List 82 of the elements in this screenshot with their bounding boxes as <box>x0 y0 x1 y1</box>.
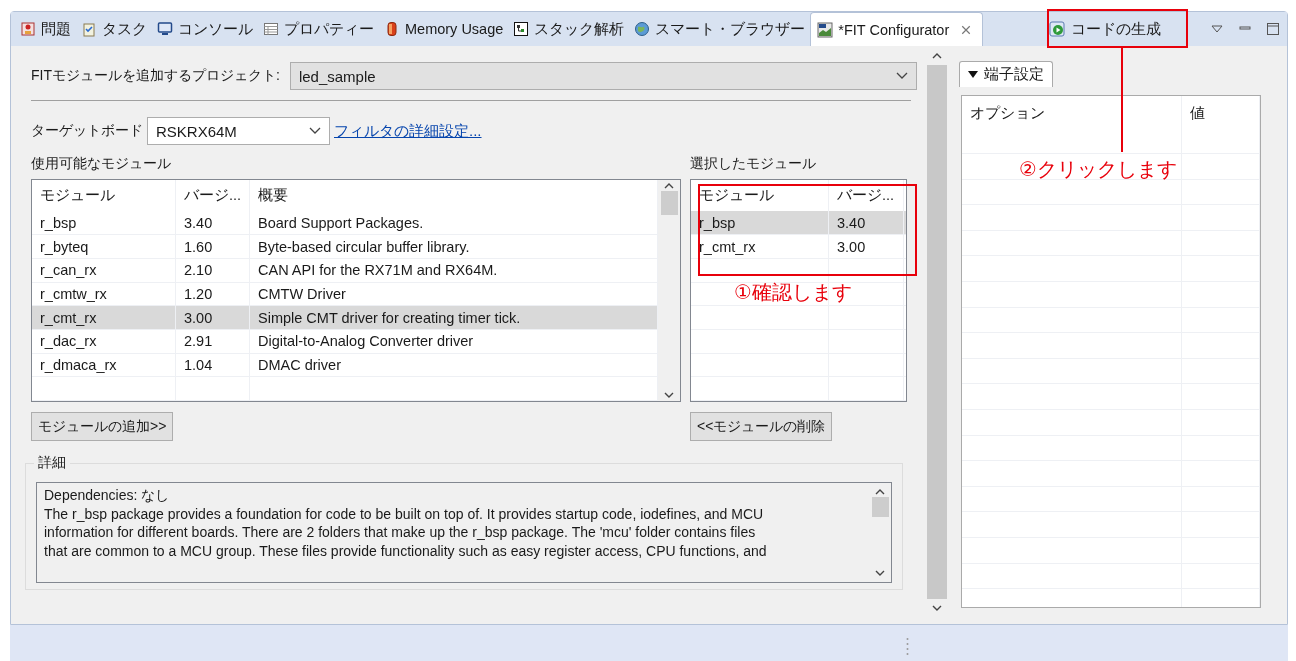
details-text-line: The r_bsp package provides a foundation for code to be built on top of. It provides startup code, iodefines, and MCU <box>44 504 765 523</box>
details-text-area[interactable] <box>36 482 892 583</box>
filter-settings-link[interactable]: フィルタの詳細設定... <box>334 121 482 141</box>
column-header[interactable]: モジュール <box>32 180 176 212</box>
table-cell: 1.60 <box>176 235 250 258</box>
view-tab[interactable]: Memory Usage <box>379 12 509 46</box>
project-dropdown[interactable]: led_sample <box>289 62 917 90</box>
run-icon <box>1049 21 1065 37</box>
scrollbar[interactable] <box>869 486 891 579</box>
remove-module-button[interactable]: <<モジュールの削除 <box>690 412 833 441</box>
tab-icon <box>157 21 173 37</box>
board-dropdown[interactable]: RSKRX64M <box>147 117 330 145</box>
close-icon[interactable] <box>960 23 973 36</box>
scroll-up-icon[interactable] <box>875 488 885 495</box>
table-cell: 1.20 <box>176 282 250 306</box>
section-label: 選択したモジュール <box>690 155 817 173</box>
table-row[interactable]: r_bsp 3.40 <box>691 211 906 236</box>
scrollbar-thumb[interactable] <box>660 191 678 215</box>
table-cell: r_byteq <box>32 235 176 258</box>
section-label: 使用可能なモジュール <box>31 155 172 173</box>
annotation-text: ①確認します <box>734 280 852 305</box>
view-tab[interactable]: タスク <box>76 12 152 46</box>
annotation-text: ②クリックします <box>1019 157 1177 182</box>
target-board-label: ターゲットボード <box>31 122 143 140</box>
details-text-line: information for different boards. There are 2 folders that make up the r_bsp package. The 'mcu' folder contains files <box>44 523 757 542</box>
maximize-icon[interactable] <box>1265 21 1281 37</box>
tab-icon <box>263 21 279 37</box>
column-header[interactable]: 値 <box>1182 96 1260 153</box>
scroll-up-icon[interactable] <box>932 52 942 59</box>
table-row[interactable]: r_cmt_rx 3.00 Simple CMT driver for creating timer tick. <box>32 306 658 330</box>
table-cell: r_cmt_rx <box>691 235 829 258</box>
tab-icon <box>384 21 400 37</box>
generate-code-button[interactable]: コードの生成 <box>1029 12 1181 46</box>
view-tab[interactable]: コンソール <box>152 12 258 46</box>
collapse-triangle-icon <box>968 71 978 78</box>
table-row[interactable]: r_dac_rx 2.91 Digital-to-Analog Converter driver <box>32 329 658 354</box>
scroll-down-icon[interactable] <box>875 570 885 577</box>
details-text-line: Dependencies: なし <box>44 486 171 505</box>
table-cell: 1.04 <box>176 353 250 377</box>
table-cell: 3.00 <box>829 235 904 258</box>
table-row[interactable]: r_can_rx 2.10 CAN API for the RX71M and RX64M. <box>32 258 658 283</box>
table-cell: r_dmaca_rx <box>32 353 176 377</box>
table-cell: r_cmt_rx <box>32 306 176 329</box>
scrollbar[interactable] <box>927 52 947 612</box>
column-header[interactable]: バージ... <box>176 180 250 212</box>
tab-icon <box>20 21 36 37</box>
view-tab[interactable]: プロパティー <box>258 12 379 46</box>
table-cell: 3.40 <box>829 211 904 235</box>
table-cell: r_cmtw_rx <box>32 282 176 306</box>
tab-icon <box>817 21 834 38</box>
details-text-line: that are common to a MCU group. These files provide functionality such as easy register access, CPU functions, and <box>44 541 768 560</box>
scroll-down-icon[interactable] <box>932 605 942 612</box>
view-tab[interactable]: スマート・ブラウザー <box>629 12 811 46</box>
tab-icon <box>513 21 530 37</box>
add-module-button[interactable]: モジュールの追加>> <box>31 412 174 441</box>
scrollbar[interactable] <box>658 180 680 401</box>
scroll-down-icon[interactable] <box>664 392 674 399</box>
table-row[interactable]: r_bsp 3.40 Board Support Packages. <box>32 211 658 236</box>
table-cell: 3.40 <box>176 211 250 235</box>
chevron-down-icon <box>309 127 321 135</box>
table-cell: r_bsp <box>691 211 829 235</box>
table-cell: r_dac_rx <box>32 329 176 353</box>
chevron-down-icon <box>896 72 908 80</box>
project-label: FITモジュールを追加するプロジェクト: <box>31 67 280 85</box>
pin-settings-section[interactable]: 端子設定 <box>959 61 1053 87</box>
table-cell: 2.10 <box>176 258 250 282</box>
scroll-up-icon[interactable] <box>664 182 674 189</box>
table-row[interactable]: r_byteq 1.60 Byte-based circular buffer library. <box>32 235 658 259</box>
resize-grip-icon[interactable] <box>906 637 909 657</box>
group-title: 詳細 <box>34 454 70 472</box>
table-cell: r_can_rx <box>32 258 176 282</box>
tab-icon <box>81 21 97 37</box>
view-tab[interactable]: スタック解析 <box>508 12 630 46</box>
table-row[interactable]: r_cmt_rx 3.00 <box>691 235 906 259</box>
view-tab[interactable]: *FIT Configurator <box>810 12 984 46</box>
tab-icon <box>634 21 651 37</box>
table-cell: 2.91 <box>176 329 250 353</box>
table-cell: 3.00 <box>176 306 250 329</box>
view-tab[interactable]: 問題 <box>15 12 76 46</box>
scrollbar-thumb[interactable] <box>871 497 889 517</box>
table-cell: r_bsp <box>32 211 176 235</box>
table-row[interactable]: r_dmaca_rx 1.04 DMAC driver <box>32 353 658 378</box>
